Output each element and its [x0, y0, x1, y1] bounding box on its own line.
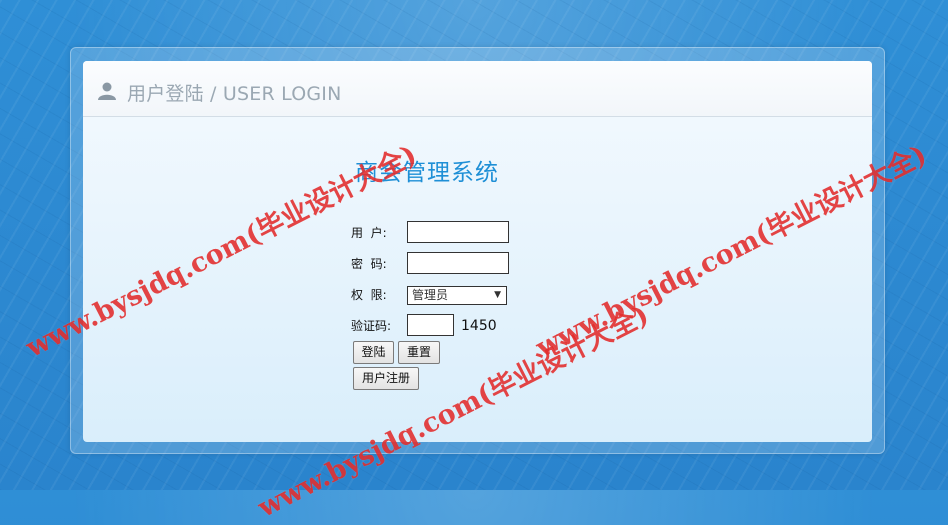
- password-label: 密 码:: [351, 257, 387, 271]
- username-label: 用 户:: [351, 226, 387, 240]
- login-panel: 用户登陆 / USER LOGIN 商会管理系统 用 户: 密 码: 权 限: …: [83, 61, 872, 442]
- password-input[interactable]: [407, 252, 509, 274]
- user-icon: [97, 81, 117, 101]
- username-input[interactable]: [407, 221, 509, 243]
- captcha-input[interactable]: [407, 314, 454, 336]
- login-button[interactable]: 登陆: [353, 341, 394, 364]
- role-select-value: 管理员: [412, 288, 449, 302]
- register-button[interactable]: 用户注册: [353, 367, 419, 390]
- dropdown-arrow-icon: ▼: [494, 290, 501, 300]
- role-select[interactable]: 管理员 ▼: [407, 286, 507, 305]
- username-row: 用 户:: [351, 221, 611, 245]
- panel-header: 用户登陆 / USER LOGIN: [83, 61, 872, 117]
- login-frame: 用户登陆 / USER LOGIN 商会管理系统 用 户: 密 码: 权 限: …: [70, 47, 885, 454]
- captcha-code: 1450: [461, 318, 497, 334]
- role-row: 权 限: 管理员 ▼: [351, 283, 611, 307]
- captcha-label: 验证码:: [351, 319, 392, 333]
- system-title: 商会管理系统: [355, 160, 499, 186]
- login-header-title: 用户登陆 / USER LOGIN: [127, 83, 342, 105]
- captcha-row: 验证码: 1450: [351, 314, 611, 338]
- role-label: 权 限:: [351, 288, 387, 302]
- password-row: 密 码:: [351, 252, 611, 276]
- reset-button[interactable]: 重置: [398, 341, 440, 364]
